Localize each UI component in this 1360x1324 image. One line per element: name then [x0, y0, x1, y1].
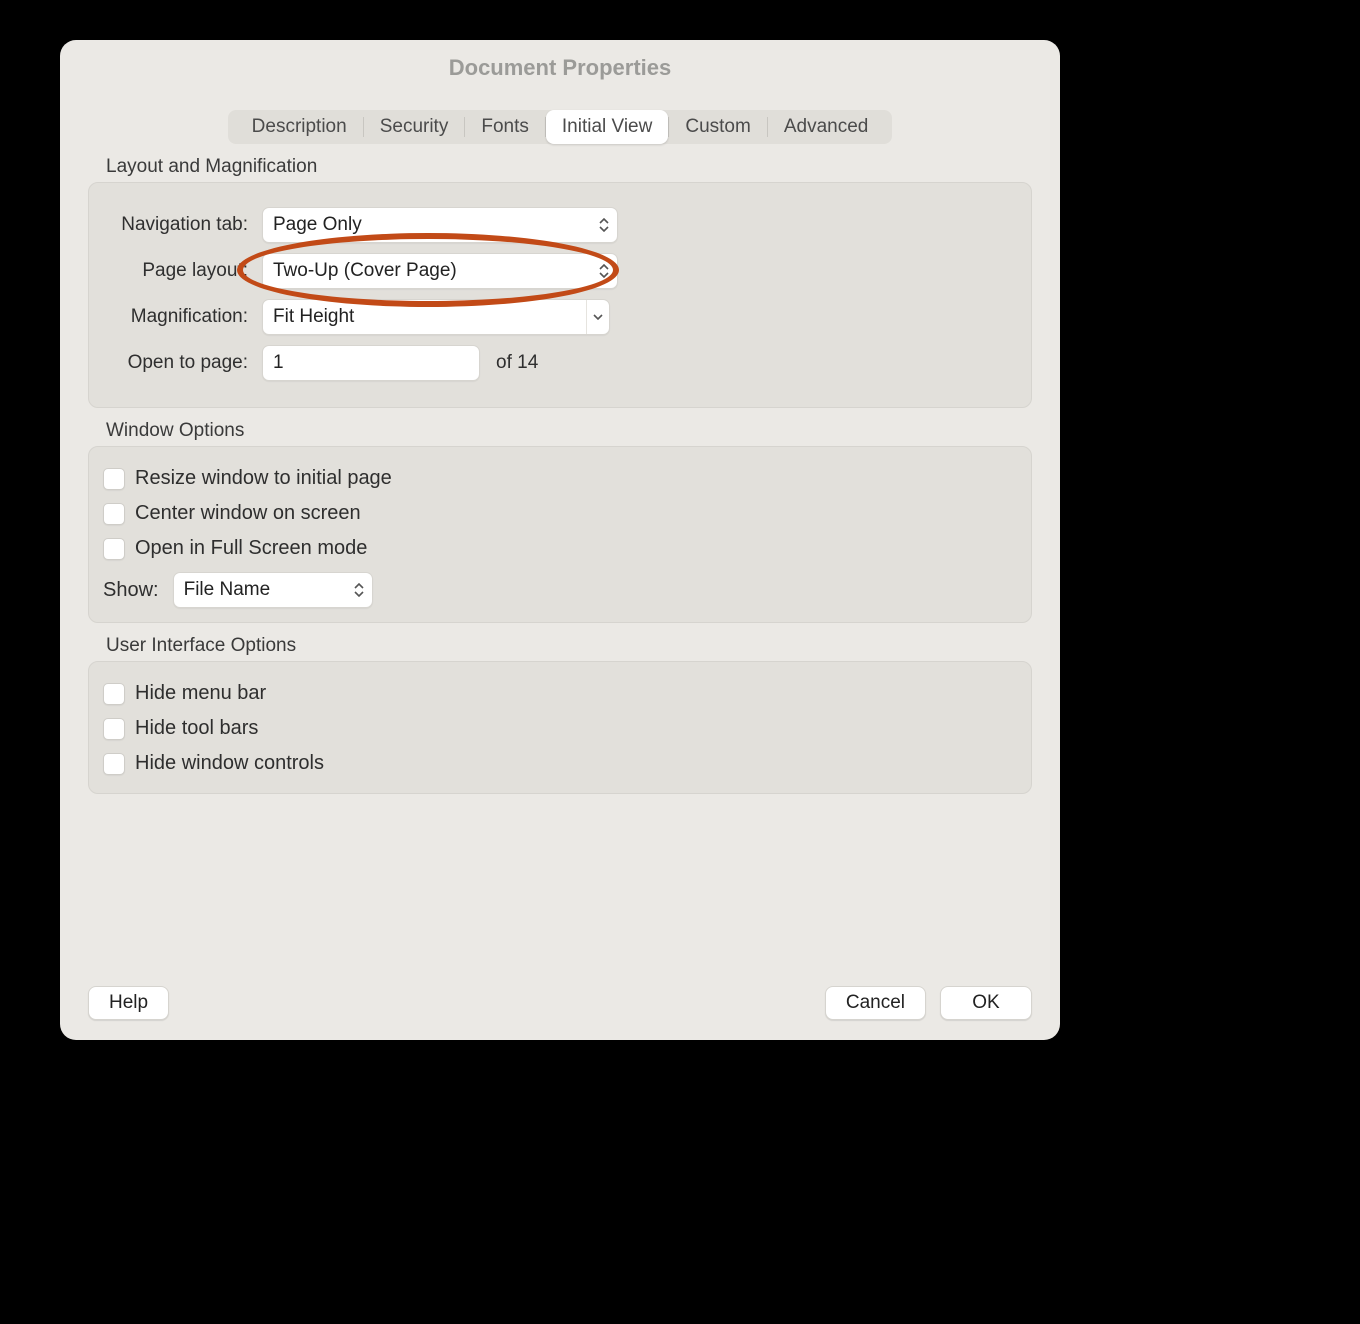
- page-count-text: of 14: [496, 352, 538, 374]
- tab-custom[interactable]: Custom: [669, 110, 766, 144]
- label-open-to-page: Open to page:: [103, 352, 248, 374]
- document-properties-window: Document Properties Description Security…: [60, 40, 1060, 1040]
- tab-initial-view[interactable]: Initial View: [546, 110, 668, 144]
- checkbox-hide-toolbars[interactable]: [103, 718, 125, 740]
- ui-options-panel: Hide menu bar Hide tool bars Hide window…: [88, 661, 1032, 794]
- cancel-button[interactable]: Cancel: [825, 986, 926, 1020]
- label-hide-window-controls: Hide window controls: [135, 752, 324, 775]
- magnification-select[interactable]: Fit Height: [262, 299, 610, 335]
- label-show: Show:: [103, 579, 159, 602]
- ok-button[interactable]: OK: [940, 986, 1032, 1020]
- updown-icon: [599, 264, 609, 278]
- section-window-title: Window Options: [106, 420, 1032, 442]
- chevron-down-icon: [586, 300, 609, 334]
- label-hide-toolbars: Hide tool bars: [135, 717, 258, 740]
- section-ui-title: User Interface Options: [106, 635, 1032, 657]
- checkbox-center-window[interactable]: [103, 503, 125, 525]
- tab-advanced[interactable]: Advanced: [768, 110, 885, 144]
- tab-security[interactable]: Security: [364, 110, 465, 144]
- show-select[interactable]: File Name: [173, 572, 373, 608]
- checkbox-resize-window[interactable]: [103, 468, 125, 490]
- content-area: Description Security Fonts Initial View …: [88, 110, 1032, 960]
- label-page-layout: Page layout:: [103, 260, 248, 282]
- label-magnification: Magnification:: [103, 306, 248, 328]
- show-value: File Name: [184, 579, 271, 601]
- footer: Help Cancel OK: [88, 986, 1032, 1020]
- label-navigation-tab: Navigation tab:: [103, 214, 248, 236]
- window-options-panel: Resize window to initial page Center win…: [88, 446, 1032, 623]
- section-layout-title: Layout and Magnification: [106, 156, 1032, 178]
- navigation-tab-value: Page Only: [273, 214, 362, 236]
- magnification-value: Fit Height: [273, 306, 354, 328]
- page-layout-value: Two-Up (Cover Page): [273, 260, 457, 282]
- checkbox-hide-menu[interactable]: [103, 683, 125, 705]
- layout-panel: Navigation tab: Page Only Page layout: T…: [88, 182, 1032, 408]
- tab-description[interactable]: Description: [236, 110, 363, 144]
- page-layout-select[interactable]: Two-Up (Cover Page): [262, 253, 618, 289]
- tab-fonts[interactable]: Fonts: [465, 110, 545, 144]
- updown-icon: [599, 218, 609, 232]
- label-resize-window: Resize window to initial page: [135, 467, 392, 490]
- window-title: Document Properties: [60, 40, 1060, 96]
- open-to-page-input[interactable]: [262, 345, 480, 381]
- updown-icon: [354, 583, 364, 597]
- label-fullscreen: Open in Full Screen mode: [135, 537, 367, 560]
- label-center-window: Center window on screen: [135, 502, 361, 525]
- navigation-tab-select[interactable]: Page Only: [262, 207, 618, 243]
- tabs: Description Security Fonts Initial View …: [228, 110, 892, 144]
- label-hide-menu: Hide menu bar: [135, 682, 266, 705]
- checkbox-fullscreen[interactable]: [103, 538, 125, 560]
- help-button[interactable]: Help: [88, 986, 169, 1020]
- checkbox-hide-window-controls[interactable]: [103, 753, 125, 775]
